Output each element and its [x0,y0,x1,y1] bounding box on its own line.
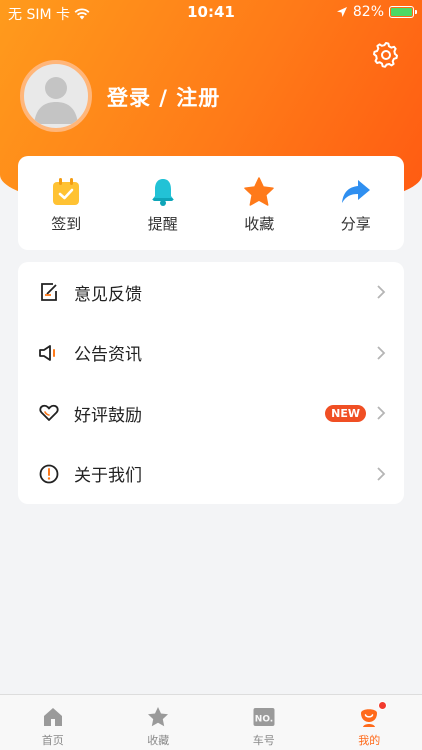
quick-action-label: 收藏 [244,215,275,233]
tab-label: 我的 [358,734,381,747]
menu-item-announcements[interactable]: 公告资讯 [18,323,404,384]
profile-icon [361,709,378,727]
quick-action-checkin[interactable]: 签到 [18,156,115,250]
status-bar: 无 SIM 卡 10:41 82% [0,0,422,24]
chevron-right-icon [377,285,386,299]
quick-action-label: 签到 [51,215,82,233]
tab-profile[interactable]: 我的 [317,695,422,750]
calendar-check-icon [53,178,80,205]
gear-icon[interactable] [372,40,400,68]
edit-note-icon [38,281,60,303]
menu-item-label: 关于我们 [74,466,142,487]
tab-label: 车号 [252,734,275,747]
tab-label: 收藏 [147,734,170,747]
menu-item-rate-us[interactable]: 好评鼓励 NEW [18,383,404,444]
info-circle-icon [38,463,60,485]
home-icon [43,708,62,726]
tab-label: 首页 [41,734,64,747]
tab-favorites[interactable]: 收藏 [106,695,212,750]
number-plate-icon: NO. [253,708,275,726]
bottom-tab-bar: 首页 收藏 NO. 车号 我的 [0,694,422,750]
quick-action-label: 提醒 [147,215,178,233]
bell-icon [151,179,174,206]
menu-item-label: 意见反馈 [74,284,142,305]
battery-percent: 82% [352,4,384,20]
default-avatar-icon [34,77,78,124]
tab-home[interactable]: 首页 [0,695,106,750]
quick-action-reminder[interactable]: 提醒 [115,156,212,250]
battery-icon [389,6,417,18]
location-arrow-icon [336,7,347,17]
chevron-right-icon [377,406,386,420]
new-badge: NEW [325,404,366,422]
quick-action-share[interactable]: 分享 [308,156,405,250]
svg-text:NO.: NO. [255,715,273,725]
chevron-right-icon [377,346,386,360]
notification-dot [378,701,388,710]
heart-icon [38,402,60,424]
quick-actions-card: 签到 提醒 收藏 分享 [18,156,404,250]
avatar[interactable] [20,60,92,132]
quick-action-favorites[interactable]: 收藏 [211,156,308,250]
quick-action-label: 分享 [340,215,371,233]
chevron-right-icon [377,467,386,481]
menu-item-feedback[interactable]: 意见反馈 [18,262,404,323]
settings-menu: 意见反馈 公告资讯 好评鼓励 NEW 关于我们 [18,262,404,504]
share-arrow-icon [341,180,370,203]
star-icon [244,177,274,206]
menu-item-label: 好评鼓励 [74,405,142,426]
tab-car-number[interactable]: NO. 车号 [211,695,317,750]
speaker-icon [38,342,60,364]
menu-item-about[interactable]: 关于我们 [18,444,404,505]
star-outline-icon [148,707,169,727]
login-register-link[interactable]: 登录 / 注册 [107,82,220,112]
menu-item-label: 公告资讯 [74,345,142,366]
